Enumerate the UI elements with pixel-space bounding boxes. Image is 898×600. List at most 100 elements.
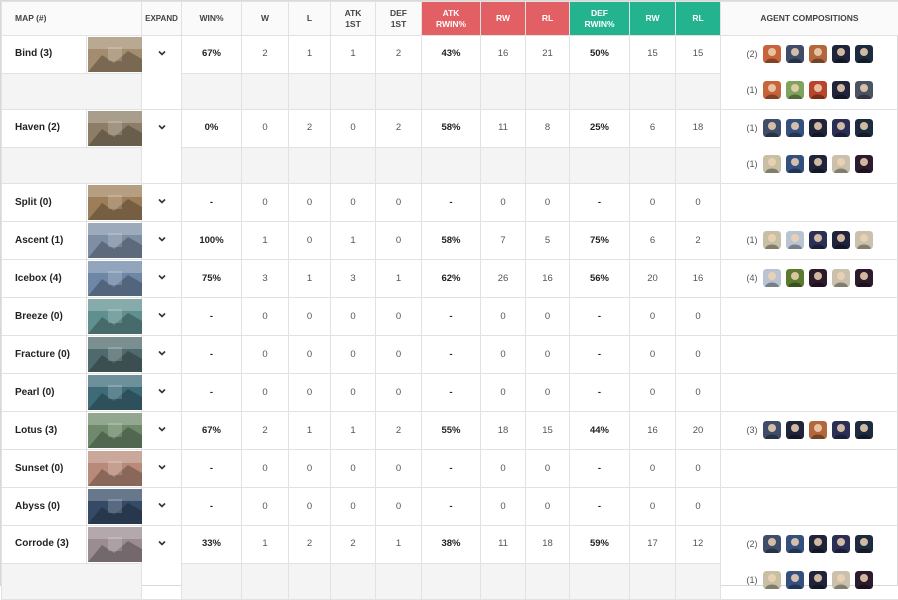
w-cell: 2: [242, 412, 289, 450]
col-header-l[interactable]: L: [289, 2, 331, 36]
def-1st-cell: 0: [376, 222, 422, 260]
blank-cell: [570, 148, 630, 184]
composition-line: (1): [721, 222, 898, 258]
agent-compositions-cell: (2)(1): [721, 526, 898, 600]
blank-cell: [630, 564, 676, 600]
table-row: Icebox (4)75%313162%261656%2016(4): [2, 260, 898, 298]
w-cell: 0: [242, 450, 289, 488]
win-cell: 33%: [182, 526, 242, 564]
def-rl-cell: 20: [676, 412, 721, 450]
win-cell: 67%: [182, 36, 242, 74]
chevron-down-icon[interactable]: [157, 48, 167, 58]
chevron-down-icon[interactable]: [157, 538, 167, 548]
chevron-down-icon[interactable]: [157, 272, 167, 282]
agent-compositions-cell: [721, 450, 898, 488]
def-rwin-line1: DEF: [591, 8, 608, 18]
w-cell: 0: [242, 374, 289, 412]
chevron-down-icon[interactable]: [157, 234, 167, 244]
blank-cell: [242, 564, 289, 600]
agent-list: [763, 231, 873, 249]
sova-agent-icon: [832, 571, 850, 589]
blank-cell: [182, 148, 242, 184]
atk-rwin-line2: RWIN%: [436, 19, 466, 29]
blank-cell: [2, 564, 142, 600]
def-rl-cell: 0: [676, 184, 721, 222]
agent-list: [763, 155, 873, 173]
atk-rl-cell: 5: [526, 222, 570, 260]
win-cell: 67%: [182, 412, 242, 450]
raze-agent-icon: [763, 45, 781, 63]
chevron-down-icon[interactable]: [157, 424, 167, 434]
map-thumbnail-cell: [87, 36, 142, 74]
reyna-agent-icon: [855, 155, 873, 173]
blank-cell: [242, 148, 289, 184]
skye-agent-icon: [786, 81, 804, 99]
chevron-down-icon[interactable]: [157, 500, 167, 510]
blank-cell: [676, 564, 721, 600]
def-rw-cell: 17: [630, 526, 676, 564]
col-header-def-rw[interactable]: RW: [630, 2, 676, 36]
l-cell: 2: [289, 110, 331, 148]
viper-agent-icon: [855, 45, 873, 63]
atk-rwin-cell: -: [422, 184, 481, 222]
jett-agent-icon: [786, 535, 804, 553]
agent-list: [763, 535, 873, 553]
blank-cell: [481, 564, 526, 600]
blank-cell: [331, 564, 376, 600]
chevron-down-icon[interactable]: [157, 122, 167, 132]
l-cell: 0: [289, 298, 331, 336]
composition-count: (1): [741, 123, 763, 133]
blank-cell: [376, 148, 422, 184]
chevron-down-icon[interactable]: [157, 196, 167, 206]
def-rwin-cell: 50%: [570, 36, 630, 74]
l-cell: 1: [289, 260, 331, 298]
col-header-atk-rw[interactable]: RW: [481, 2, 526, 36]
l-cell: 0: [289, 222, 331, 260]
col-header-map[interactable]: MAP (#): [2, 2, 142, 36]
w-cell: 2: [242, 36, 289, 74]
def-rwin-cell: 44%: [570, 412, 630, 450]
atk-rl-cell: 16: [526, 260, 570, 298]
w-cell: 0: [242, 110, 289, 148]
col-header-w[interactable]: W: [242, 2, 289, 36]
col-header-def-rwin[interactable]: DEFRWIN%: [570, 2, 630, 36]
atk-rwin-cell: -: [422, 374, 481, 412]
map-name-cell: Sunset (0): [2, 450, 87, 488]
atk-rwin-cell: -: [422, 298, 481, 336]
map-thumbnail: [88, 375, 142, 410]
atk-1st-cell: 0: [331, 184, 376, 222]
def-rw-cell: 16: [630, 412, 676, 450]
atk-rw-cell: 0: [481, 184, 526, 222]
col-header-atk-rl[interactable]: RL: [526, 2, 570, 36]
map-thumbnail-cell: [87, 222, 142, 260]
atk-1st-cell: 3: [331, 260, 376, 298]
col-header-win[interactable]: WIN%: [182, 2, 242, 36]
def-rwin-cell: 56%: [570, 260, 630, 298]
def-rwin-cell: -: [570, 184, 630, 222]
col-header-atk-1st[interactable]: ATK1ST: [331, 2, 376, 36]
atk-rw-cell: 7: [481, 222, 526, 260]
def-rl-cell: 0: [676, 374, 721, 412]
atk-rl-cell: 15: [526, 412, 570, 450]
sova-agent-icon: [855, 231, 873, 249]
atk-rw-cell: 11: [481, 526, 526, 564]
atk-rwin-cell: -: [422, 336, 481, 374]
col-header-atk-rwin[interactable]: ATKRWIN%: [422, 2, 481, 36]
cypher-agent-icon: [763, 231, 781, 249]
chevron-down-icon[interactable]: [157, 462, 167, 472]
blank-cell: [331, 74, 376, 110]
col-header-def-1st[interactable]: DEF1ST: [376, 2, 422, 36]
l-cell: 0: [289, 336, 331, 374]
col-header-def-rl[interactable]: RL: [676, 2, 721, 36]
chevron-down-icon[interactable]: [157, 310, 167, 320]
map-name: Abyss (0): [15, 501, 86, 512]
chevron-down-icon[interactable]: [157, 386, 167, 396]
chevron-down-icon[interactable]: [157, 348, 167, 358]
map-name: Haven (2): [15, 122, 86, 133]
composition-count: (1): [741, 235, 763, 245]
expand-cell: [142, 222, 182, 260]
agent-list: [763, 119, 873, 137]
blank-cell: [289, 564, 331, 600]
omen-agent-icon: [809, 119, 827, 137]
atk-1st-line2: 1ST: [345, 19, 361, 29]
